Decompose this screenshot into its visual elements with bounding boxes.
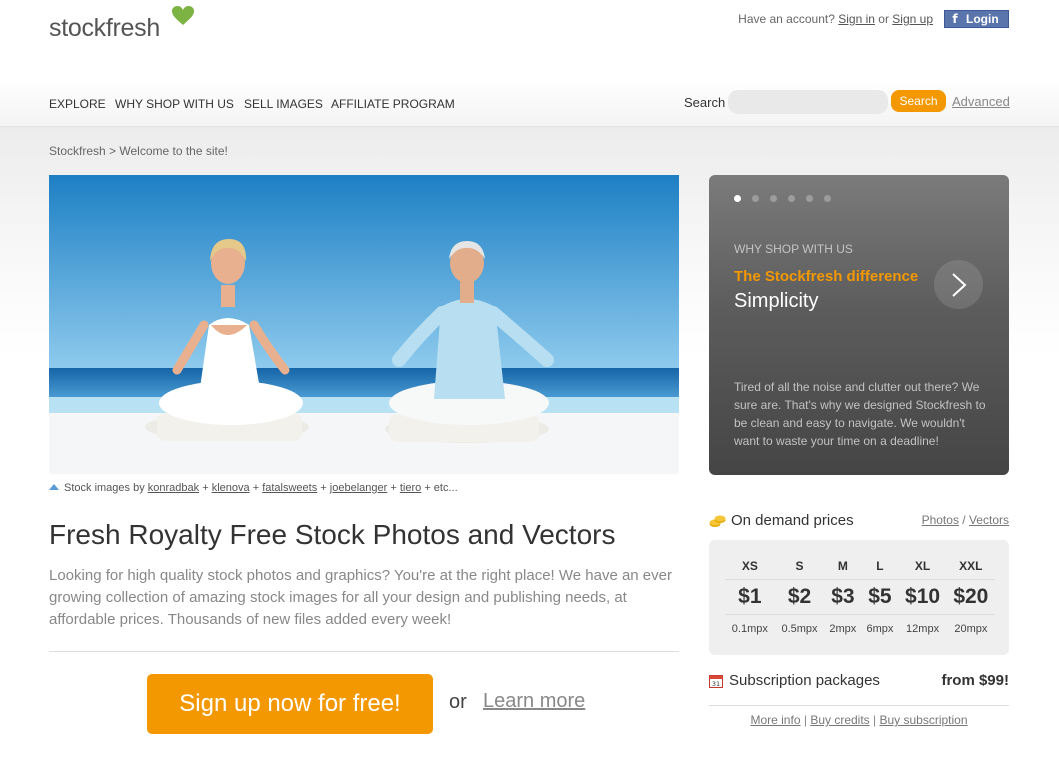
pricing-footer-links: More info | Buy credits | Buy subscripti…	[709, 713, 1009, 727]
link-separator: |	[803, 713, 807, 727]
price-value: $1	[725, 579, 775, 615]
caption-separator: +	[320, 482, 327, 494]
or-text: or	[449, 691, 467, 713]
size-label: XXL	[946, 553, 995, 580]
caption-separator: +	[390, 482, 397, 494]
promo-text: Tired of all the noise and clutter out t…	[734, 380, 986, 448]
search-label: Search	[684, 95, 726, 110]
price-row: $1 $2 $3 $5 $10 $20	[725, 579, 995, 615]
caption-separator: +	[252, 482, 260, 494]
size-row: XS S M L XL XXL	[725, 553, 995, 580]
carousel-dot[interactable]	[770, 195, 777, 202]
link-separator: |	[873, 713, 877, 727]
carousel-dot[interactable]	[824, 195, 831, 202]
caption-suffix: + etc...	[424, 482, 458, 494]
size-label: L	[861, 553, 899, 580]
carousel-dot[interactable]	[806, 195, 813, 202]
logo[interactable]: stockfresh	[49, 14, 160, 43]
price-table: XS S M L XL XXL $1 $2 $3 $5 $10 $20 0.1m…	[725, 553, 995, 643]
carousel-dots	[734, 195, 831, 202]
subscription-price: from $99!	[941, 672, 1009, 689]
more-info-link[interactable]: More info	[750, 713, 800, 727]
vectors-link[interactable]: Vectors	[969, 513, 1009, 527]
author-link[interactable]: klenova	[212, 482, 250, 494]
sign-in-link[interactable]: Sign in	[838, 12, 875, 26]
learn-more-link[interactable]: Learn more	[483, 690, 585, 713]
coins-icon	[709, 515, 726, 527]
account-links: Have an account? Sign in or Sign up	[738, 12, 933, 26]
caption-separator: +	[202, 482, 209, 494]
caption-prefix: Stock images by	[64, 482, 145, 494]
divider	[709, 705, 1009, 706]
divider	[49, 651, 679, 652]
signup-button[interactable]: Sign up now for free!	[147, 674, 433, 734]
account-prompt: Have an account?	[738, 12, 835, 26]
sign-up-link[interactable]: Sign up	[892, 12, 933, 26]
nav-explore[interactable]: EXPLORE	[49, 97, 106, 111]
author-link[interactable]: joebelanger	[330, 482, 388, 494]
buy-subscription-link[interactable]: Buy subscription	[879, 713, 967, 727]
facebook-login-label: Login	[966, 12, 999, 26]
price-value: $2	[774, 579, 825, 615]
megapixel-value: 12mpx	[906, 623, 940, 635]
chevron-right-icon	[951, 272, 966, 297]
advanced-search-link[interactable]: Advanced	[952, 94, 1010, 109]
nav-sell-images[interactable]: SELL IMAGES	[244, 97, 323, 111]
breadcrumb: Stockfresh > Welcome to the site!	[49, 144, 228, 158]
price-value: $10	[898, 579, 947, 615]
megapixel-value: 6mpx	[866, 623, 894, 635]
author-link[interactable]: konradbak	[148, 482, 199, 494]
nav-affiliate-program[interactable]: AFFILIATE PROGRAM	[331, 97, 455, 111]
facebook-icon: f	[952, 12, 958, 26]
intro-text: Looking for high quality stock photos an…	[49, 567, 672, 628]
subscription-label: Subscription packages	[729, 672, 880, 689]
author-link[interactable]: fatalsweets	[262, 482, 317, 494]
author-link[interactable]: tiero	[400, 482, 421, 494]
carousel-dot[interactable]	[752, 195, 759, 202]
subscription-row: 31 Subscription packages from $99!	[709, 672, 1009, 689]
carousel-next-button[interactable]	[934, 260, 983, 309]
triangle-up-icon	[49, 484, 59, 490]
search-button[interactable]: Search	[891, 90, 946, 112]
calendar-day: 31	[712, 680, 720, 688]
promo-kicker: WHY SHOP WITH US	[734, 242, 853, 256]
nav-why-shop[interactable]: WHY SHOP WITH US	[115, 97, 234, 111]
size-label: S	[774, 553, 825, 580]
carousel-dot[interactable]	[734, 195, 741, 202]
megapixel-value: 20mpx	[954, 623, 988, 635]
price-value: $3	[824, 579, 862, 615]
size-label: XL	[898, 553, 947, 580]
megapixel-value: 0.5mpx	[781, 623, 818, 635]
heart-logo-icon	[172, 6, 194, 25]
megapixel-value: 0.1mpx	[731, 623, 768, 635]
megapixel-value: 2mpx	[829, 623, 857, 635]
pricing-type-links: Photos / Vectors	[922, 513, 1009, 527]
hero-image	[49, 175, 679, 474]
calendar-icon: 31	[709, 674, 723, 688]
promo-subtitle: Simplicity	[734, 290, 819, 312]
pricing-heading: On demand prices	[709, 512, 854, 529]
hero-caption: Stock images by konradbak + klenova + fa…	[49, 482, 458, 494]
buy-credits-link[interactable]: Buy credits	[810, 713, 869, 727]
megapixel-row: 0.1mpx 0.5mpx 2mpx 6mpx 12mpx 20mpx	[725, 615, 995, 644]
hero-illustration	[49, 175, 679, 474]
page-title: Fresh Royalty Free Stock Photos and Vect…	[49, 519, 616, 550]
pricing-heading-text: On demand prices	[731, 512, 854, 529]
photos-link[interactable]: Photos	[922, 513, 959, 527]
price-value: $5	[861, 579, 899, 615]
price-value: $20	[946, 579, 995, 615]
facebook-login-button[interactable]: f Login	[944, 10, 1009, 28]
account-or: or	[878, 12, 889, 26]
pricing-slash: /	[962, 513, 966, 527]
size-label: XS	[725, 553, 775, 580]
promo-title: The Stockfresh difference	[734, 268, 919, 285]
carousel-dot[interactable]	[788, 195, 795, 202]
search-input[interactable]	[728, 90, 888, 114]
size-label: M	[824, 553, 862, 580]
